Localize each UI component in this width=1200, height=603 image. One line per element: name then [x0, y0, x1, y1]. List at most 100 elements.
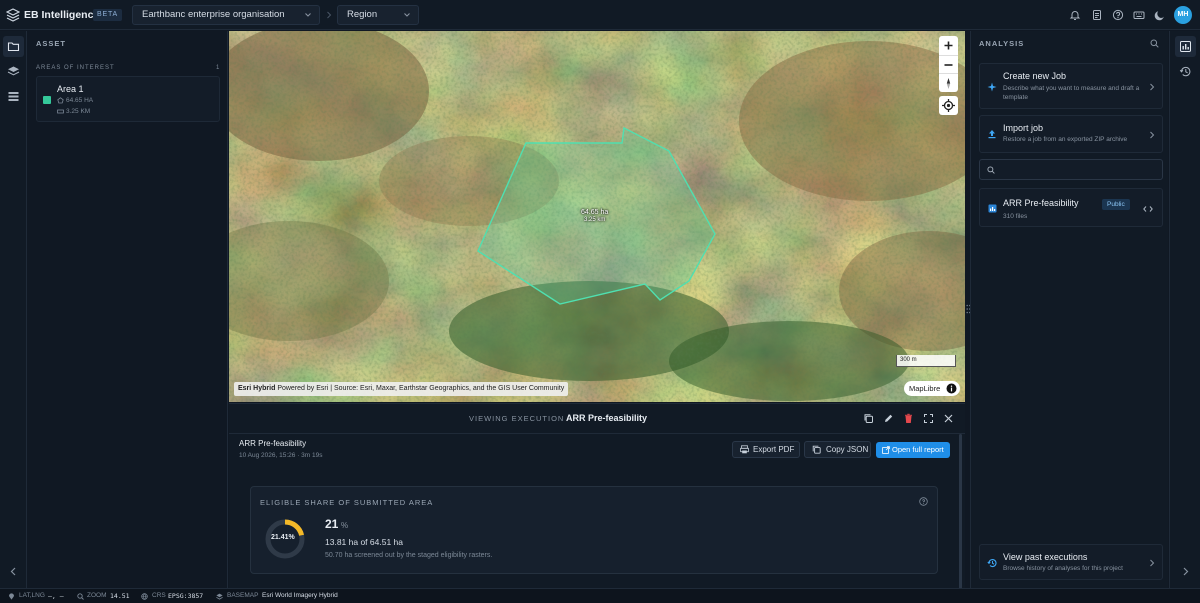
export-pdf-button[interactable]: Export PDF — [732, 441, 800, 458]
bell-icon[interactable] — [1069, 9, 1081, 21]
rail-folder-button[interactable] — [3, 36, 24, 57]
chevron-right-icon — [1150, 559, 1155, 567]
minus-icon — [944, 64, 953, 66]
area-list-item[interactable]: Area 1 64.65 HA 3.25 KM — [36, 76, 220, 122]
locate-button[interactable] — [939, 96, 958, 115]
eligible-share-card: ELIGIBLE SHARE OF SUBMITTED AREA 21.41% … — [250, 486, 938, 574]
areas-of-interest-heading: AREAS OF INTEREST — [36, 65, 115, 71]
ruler-icon — [57, 109, 64, 114]
copy-json-button[interactable]: Copy JSON — [804, 441, 871, 458]
top-bar: EB Intelligence BETA Earthbanc enterpris… — [0, 0, 1200, 30]
analysis-panel-title: ANALYSIS — [979, 39, 1025, 48]
external-link-icon — [882, 446, 890, 454]
zoom-label: ZOOM — [87, 592, 107, 599]
keyboard-icon[interactable] — [1133, 9, 1145, 21]
screened-out-note: 50.70 ha screened out by the staged elig… — [325, 552, 493, 559]
eligible-hectares: 13.81 ha of 64.51 ha — [325, 537, 403, 547]
job-list-item[interactable]: ARR Pre-feasibility Public 310 files — [979, 188, 1163, 227]
search-icon — [987, 166, 995, 174]
basemap-label: BASEMAP — [227, 592, 259, 599]
execution-scrollbar[interactable] — [959, 434, 962, 589]
help-icon[interactable] — [1112, 9, 1124, 21]
brand-name: EB Intelligence — [24, 9, 100, 21]
basemap-value: Esri World Imagery Hybrid — [262, 592, 338, 599]
upload-icon — [988, 130, 996, 139]
import-job-subtitle: Restore a job from an exported ZIP archi… — [1003, 136, 1128, 143]
document-icon[interactable] — [1091, 9, 1103, 21]
job-name: ARR Pre-feasibility — [239, 439, 307, 448]
region-dropdown[interactable]: Region — [337, 5, 419, 25]
collapse-left-button[interactable] — [3, 561, 24, 582]
organisation-dropdown[interactable]: Earthbanc enterprise organisation — [132, 5, 320, 25]
create-new-job-card[interactable]: Create new Job Describe what you want to… — [979, 63, 1163, 109]
create-job-subtitle: Describe what you want to measure and dr… — [1003, 85, 1140, 101]
analysis-panel: ANALYSIS Create new Job Describe what yo… — [970, 31, 1168, 588]
rail-history-button[interactable] — [1175, 61, 1196, 82]
rail-analysis-button[interactable] — [1175, 36, 1196, 57]
edit-icon[interactable] — [883, 413, 894, 424]
asset-panel: ASSET AREAS OF INTEREST 1 Area 1 64.65 H… — [28, 31, 228, 588]
map-attribution: Esri Hybrid Powered by Esri | Source: Es… — [234, 382, 569, 396]
attribution-text: Powered by Esri | Source: Esri, Maxar, E… — [277, 385, 565, 392]
folder-icon — [7, 42, 20, 52]
chevron-down-icon — [305, 13, 311, 17]
expand-icon[interactable] — [923, 413, 934, 424]
trash-icon[interactable] — [903, 413, 914, 424]
job-visibility-badge: Public — [1102, 199, 1130, 210]
sparkle-icon — [987, 82, 997, 92]
latlng-value: –, – — [48, 592, 64, 600]
plus-icon — [944, 41, 953, 50]
left-rail — [0, 31, 27, 588]
beta-badge: BETA — [93, 9, 122, 21]
job-list-name: ARR Pre-feasibility — [1003, 198, 1079, 208]
collapse-right-button[interactable] — [1175, 561, 1196, 582]
zoom-icon — [77, 593, 84, 600]
layers-icon — [7, 66, 20, 76]
polygon-perimeter-label: 3.25 km — [584, 217, 606, 223]
maplibre-logo[interactable]: MapLibre — [904, 381, 960, 396]
zoom-in-button[interactable] — [939, 36, 958, 55]
map-view[interactable]: 64.65 ha 3.25 km 300 m Esri Hybrid Power… — [229, 31, 965, 402]
chevron-right-icon — [1150, 131, 1155, 139]
chevron-right-icon — [1183, 567, 1189, 576]
help-icon[interactable] — [919, 497, 928, 506]
import-job-card[interactable]: Import job Restore a job from an exporte… — [979, 115, 1163, 153]
copy-json-label: Copy JSON — [826, 445, 869, 454]
scale-bar: 300 m — [896, 355, 956, 367]
chevron-right-icon — [1150, 83, 1155, 91]
zoom-controls — [939, 36, 958, 92]
view-past-executions-card[interactable]: View past executions Browse history of a… — [979, 544, 1163, 580]
crs-label: CRS — [152, 592, 166, 599]
job-file-count: 310 files — [1003, 213, 1028, 220]
create-job-title: Create new Job — [1003, 71, 1067, 81]
close-icon[interactable] — [943, 413, 954, 424]
code-icon[interactable] — [1143, 205, 1153, 213]
area-color-swatch — [43, 96, 51, 104]
open-full-report-button[interactable]: Open full report — [876, 442, 950, 458]
job-search-input[interactable] — [979, 159, 1163, 180]
rail-layers-button[interactable] — [3, 61, 24, 82]
rail-list-button[interactable] — [3, 86, 24, 107]
maplibre-label: MapLibre — [909, 384, 941, 393]
past-executions-subtitle: Browse history of analyses for this proj… — [1003, 565, 1123, 572]
eligible-percent-unit: % — [341, 521, 349, 530]
search-icon[interactable] — [1150, 39, 1159, 48]
organisation-label: Earthbanc enterprise organisation — [142, 9, 285, 20]
chevron-down-icon — [404, 13, 410, 17]
copy-icon[interactable] — [863, 413, 874, 424]
compass-button[interactable] — [939, 73, 958, 92]
chart-icon — [988, 204, 997, 213]
open-full-report-label: Open full report — [892, 445, 944, 454]
polygon-icon — [57, 97, 64, 104]
user-avatar[interactable]: MH — [1174, 6, 1192, 24]
region-label: Region — [347, 9, 378, 20]
zoom-out-button[interactable] — [939, 55, 958, 73]
layers-logo-icon — [6, 8, 20, 22]
copy-icon — [812, 445, 821, 454]
chevron-left-icon — [10, 567, 16, 576]
list-icon — [8, 92, 19, 101]
moon-icon[interactable] — [1154, 9, 1166, 21]
export-pdf-label: Export PDF — [753, 445, 795, 454]
eligible-percent-value: 21 — [325, 517, 339, 531]
location-pin-icon — [9, 593, 14, 600]
